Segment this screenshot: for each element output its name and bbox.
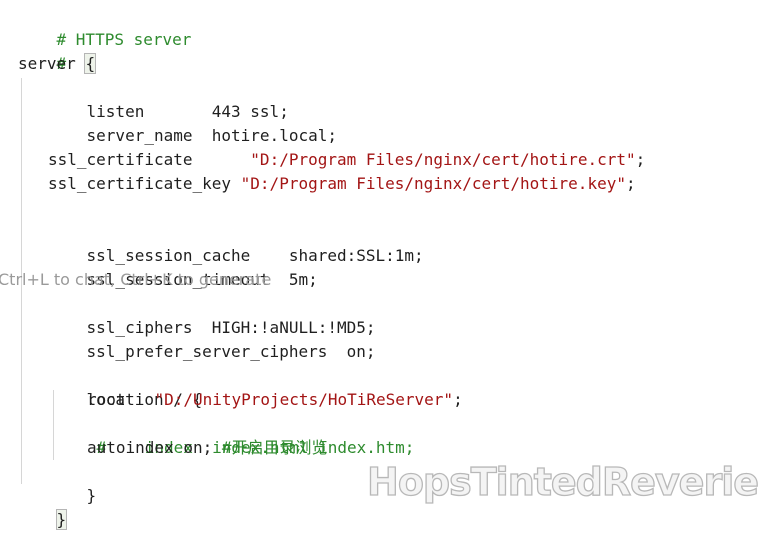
autoindex-directive: autoindex on; <box>87 438 222 457</box>
ssl-certificate-key-directive: ssl_certificate_key <box>48 174 241 193</box>
root-path: "D:/UnityProjects/HoTiReServer" <box>154 390 454 409</box>
ai-shortcut-hint: Ctrl+L to chat, Ctrl+K to generate <box>0 270 272 289</box>
code-line-20[interactable]: } <box>48 460 97 505</box>
code-line-8[interactable]: ssl_certificate_key "D:/Program Files/ng… <box>48 172 636 196</box>
comment-https-server: # HTTPS server <box>56 30 192 49</box>
code-line-11[interactable]: ssl_session_timeout 5m; <box>48 244 318 289</box>
semicolon: ; <box>453 390 463 409</box>
ssl-certificate-key-name: ssl_certificate <box>48 150 251 169</box>
ssl-prefer-server-ciphers-directive: ssl_prefer_server_ciphers on; <box>86 342 376 361</box>
code-editor[interactable]: # HTTPS server # server { listen 443 ssl… <box>0 0 768 530</box>
autoindex-comment: #开启目录浏览 <box>221 438 328 457</box>
code-line-7[interactable]: ssl_certificate "D:/Program Files/nginx/… <box>48 148 645 172</box>
semicolon: ; <box>635 150 646 169</box>
code-line-1[interactable]: # HTTPS server <box>18 4 192 49</box>
code-line-13[interactable]: ssl_ciphers HIGH:!aNULL:!MD5; <box>48 292 376 337</box>
code-line-19[interactable]: autoindex on; #开启目录浏览 <box>87 436 328 460</box>
server-open-brace: { <box>84 53 97 74</box>
code-line-16[interactable]: location / { <box>48 364 203 409</box>
location-close-brace: } <box>86 486 97 505</box>
code-line-3[interactable]: server { <box>18 52 97 76</box>
server-close-brace: } <box>55 509 68 530</box>
server-name-directive: server_name hotire.local; <box>86 126 337 145</box>
code-line-14[interactable]: ssl_prefer_server_ciphers on; <box>48 316 376 361</box>
code-line-4[interactable]: listen 443 ssl; <box>48 76 289 121</box>
ssl-certificate-path: "D:/Program Files/nginx/cert/hotire.crt" <box>250 150 636 169</box>
ssl-certificate-key-path: "D:/Program Files/nginx/cert/hotire.key" <box>240 174 626 193</box>
root-directive: root <box>87 390 155 409</box>
code-line-21[interactable]: } <box>18 484 68 530</box>
code-line-17[interactable]: root "D:/UnityProjects/HoTiReServer"; <box>87 388 463 412</box>
watermark-logo: HopsTintedReverie <box>366 459 759 504</box>
semicolon: ; <box>625 174 636 193</box>
code-line-10[interactable]: ssl_session_cache shared:SSL:1m; <box>48 220 424 265</box>
code-line-18[interactable]: # index index.html index.htm; <box>58 412 415 457</box>
server-keyword: server <box>18 54 86 73</box>
code-line-5[interactable]: server_name hotire.local; <box>48 100 337 145</box>
code-line-2[interactable]: # <box>18 28 67 73</box>
